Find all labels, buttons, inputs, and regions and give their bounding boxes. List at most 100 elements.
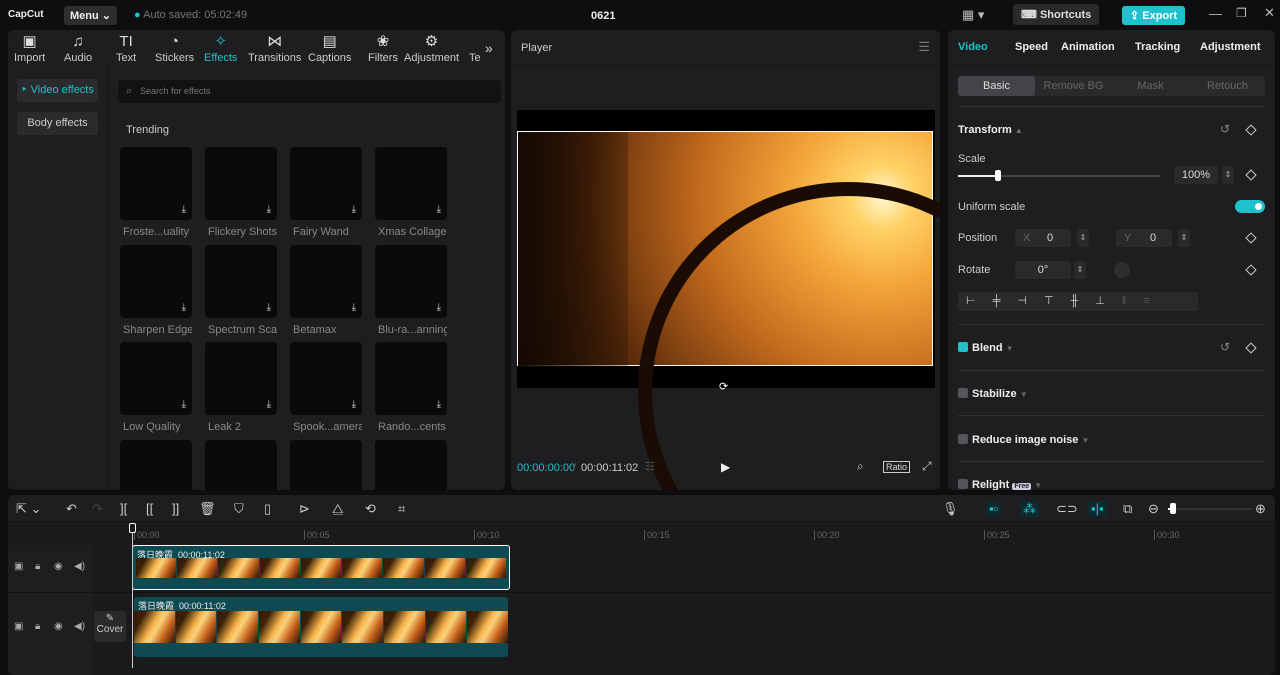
position-x-input[interactable]: X0 [1015,229,1071,247]
undo-icon[interactable]: ↶ [66,501,77,517]
scale-input[interactable]: 100% [1174,166,1218,184]
download-icon[interactable]: ⤓ [352,302,356,313]
split-right-icon[interactable]: ]] [172,501,179,516]
subtab-retouch[interactable]: Retouch [1189,76,1266,96]
uniform-scale-toggle[interactable] [1235,200,1265,213]
blend-section[interactable]: Blend ▼ [958,342,1014,354]
player-menu-icon[interactable]: ☰ [918,39,930,55]
cover-button[interactable]: ✎ Cover [94,611,126,642]
fullscreen-icon[interactable]: ⤢ [922,459,932,474]
rotate-icon[interactable]: ⟲ [365,501,376,517]
stabilize-checkbox[interactable] [958,388,968,398]
track-toggle-icon[interactable]: ▣ [14,621,23,632]
zoom-fit-icon[interactable]: ⌕ [857,459,864,474]
preview-axis-icon[interactable]: ▪|▪ [1088,501,1107,516]
timeline-clip[interactable]: 落日晚霞 00:00:11:02 [132,545,510,590]
download-icon[interactable]: ⤓ [182,302,186,313]
effect-thumbnail[interactable]: ⤓ [375,244,447,318]
tab-te[interactable]: Te [469,32,481,64]
effect-thumbnail[interactable]: ⤓ [120,244,192,318]
crop-icon[interactable]: ⌗ [398,501,405,517]
effect-thumbnail[interactable]: ⤓ [120,439,192,490]
download-icon[interactable]: ⤓ [437,204,441,215]
subtab-remove-bg[interactable]: Remove BG [1035,76,1112,96]
freeze-icon[interactable]: ▯ [264,501,271,517]
sidebar-video-effects[interactable]: ‣ Video effects [17,79,98,102]
tab-text[interactable]: TI Text [116,32,136,64]
sidebar-body-effects[interactable]: Body effects [17,112,98,135]
reduce-noise-checkbox[interactable] [958,434,968,444]
main-track-magnet-icon[interactable]: ▪▫ [986,501,1002,516]
download-icon[interactable]: ⤓ [182,399,186,410]
rotate-dial[interactable] [1114,262,1130,278]
link-icon[interactable]: ⊂⊃ [1056,501,1078,517]
relight-section[interactable]: Relight Free ▼ [958,479,1042,490]
tab-animation[interactable]: Animation [1061,41,1115,53]
effect-thumbnail[interactable]: ⤓ [290,244,362,318]
tab-stickers[interactable]: ◔ Stickers [155,32,194,64]
effect-item[interactable]: ⤓ Low Quality [120,342,192,433]
rotate-stepper[interactable]: ⇕ [1074,261,1086,279]
select-tool-icon[interactable]: ⇱ ⌄ [16,501,41,517]
tab-effects[interactable]: ✧ Effects [204,32,237,64]
download-icon[interactable]: ⤓ [267,302,271,313]
zoom-slider[interactable] [1168,508,1252,510]
stabilize-section[interactable]: Stabilize ▼ [958,388,1028,400]
ratio-button[interactable]: Ratio [883,461,911,473]
shortcuts-button[interactable]: ⌨ Shortcuts [1013,4,1100,25]
effect-item[interactable]: ⤓ Betamax [290,244,362,336]
effect-thumbnail[interactable]: ⤓ [205,439,277,490]
rotate-handle-icon[interactable]: ⟳ [719,380,728,393]
effect-item[interactable]: ⤓ Sharpen Edges [120,244,192,336]
tab-video[interactable]: Video [958,41,988,53]
timeline-grid-icon[interactable]: ☷ [645,460,655,473]
tab-audio[interactable]: ♫ Audio [64,32,92,64]
download-icon[interactable]: ⤓ [182,204,186,215]
download-icon[interactable]: ⤓ [437,302,441,313]
effect-thumbnail[interactable]: ⤓ [205,244,277,318]
keyframe-icon[interactable] [1245,342,1257,354]
effect-item[interactable]: ⤓ [290,439,362,490]
position-y-stepper[interactable]: ⇕ [1178,229,1190,247]
tab-filters[interactable]: ❀ Filters [368,32,398,64]
effect-thumbnail[interactable]: ⤓ [375,439,447,490]
zoom-in-icon[interactable]: ⊕ [1255,501,1266,517]
tab-transitions[interactable]: ⋈ Transitions [248,32,301,64]
zoom-slider-handle[interactable] [1170,503,1176,514]
transform-header[interactable]: Transform ▲ [958,124,1023,136]
track-toggle-icon[interactable]: ▣ [14,561,23,572]
rotate-input[interactable]: 0° [1015,261,1071,279]
tab-import[interactable]: ▣ Import [14,32,45,64]
reset-icon[interactable]: ↺ [1220,340,1230,354]
position-x-stepper[interactable]: ⇕ [1077,229,1089,247]
download-icon[interactable]: ⤓ [437,399,441,410]
zoom-out-icon[interactable]: ⊖ [1148,501,1159,517]
relight-checkbox[interactable] [958,479,968,489]
tab-adjustment[interactable]: ⚙ Adjustment [404,32,459,64]
blend-checkbox[interactable] [958,342,968,352]
effect-thumbnail[interactable]: ⤓ [290,147,362,220]
video-canvas[interactable]: ⟳ [517,110,940,490]
layout-icon[interactable]: ▦ ▾ [962,7,984,23]
effect-thumbnail[interactable]: ⤓ [205,342,277,415]
tab-captions[interactable]: ▤ Captions [308,32,351,64]
effect-item[interactable]: ⤓ Blu-ra...anning [375,244,447,336]
tab-tracking[interactable]: Tracking [1135,41,1180,53]
download-icon[interactable]: ⤓ [267,204,271,215]
reset-icon[interactable]: ↺ [1220,122,1230,136]
lock-icon[interactable]: 🔒︎ [35,561,40,572]
reverse-icon[interactable]: ⊳ [299,501,310,517]
subtab-basic[interactable]: Basic [958,76,1035,96]
restore-icon[interactable]: ❐ [1236,6,1247,20]
download-icon[interactable]: ⤓ [352,399,356,410]
eye-icon[interactable]: ◉ [54,621,63,632]
video-frame[interactable] [517,131,940,490]
keyframe-icon[interactable] [1245,264,1257,276]
effect-item[interactable]: ⤓ Fairy Wand [290,147,362,238]
effect-item[interactable]: ⤓ Froste...uality [120,147,192,238]
close-icon[interactable]: ✕ [1264,5,1275,21]
effect-item[interactable]: ⤓ Xmas Collage [375,147,447,238]
zoom-to-fit-icon[interactable]: ⧉ [1123,501,1132,517]
export-button[interactable]: ⇪ Export [1122,6,1186,25]
effect-thumbnail[interactable]: ⤓ [120,342,192,415]
